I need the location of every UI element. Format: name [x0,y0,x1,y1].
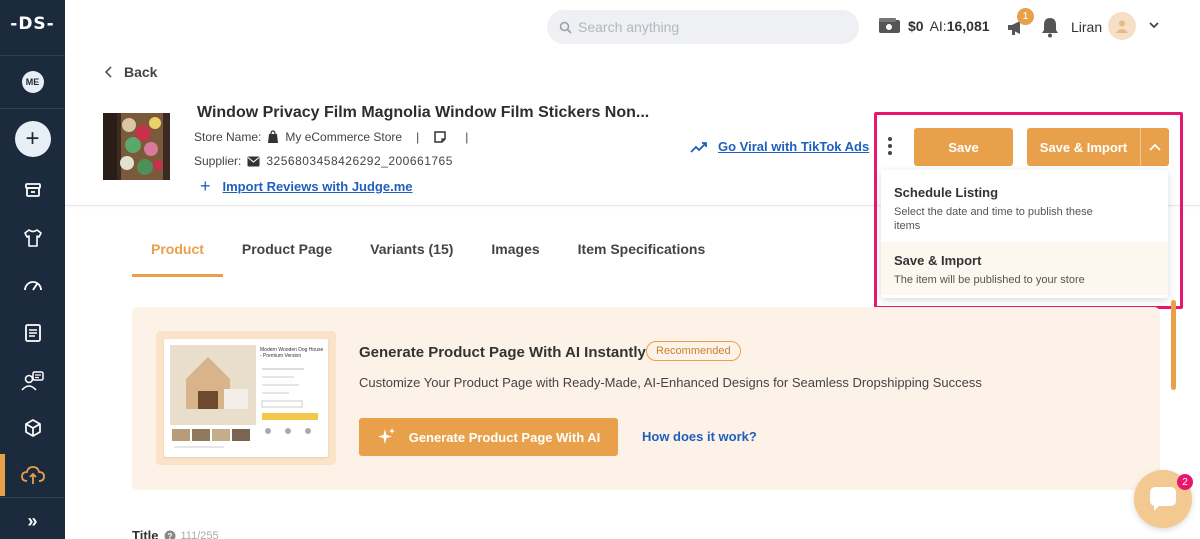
tab-product[interactable]: Product [132,231,223,277]
avatar[interactable] [1108,12,1136,40]
back-button[interactable]: Back [104,64,157,80]
trending-up-icon [690,141,707,153]
recommended-badge: Recommended [646,341,741,361]
store-name: My eCommerce Store [285,130,403,144]
supplier-label: Supplier: [194,154,242,168]
plus-icon: + [14,121,51,157]
sidebar-item-orders[interactable] [0,313,65,353]
sidebar-item-customers[interactable] [0,361,65,401]
user-name[interactable]: Liran [1071,19,1102,35]
wallet-balance[interactable]: $0 AI:16,081 [878,17,990,35]
chat-unread-badge: 2 [1177,474,1193,490]
plus-icon: + [200,176,211,196]
chevron-left-icon [104,66,112,78]
package-icon [24,419,41,437]
supplier-id[interactable]: 3256803458426292_200661765 [266,154,453,168]
svg-text:?: ? [167,532,172,539]
tab-images[interactable]: Images [491,231,539,273]
scrollbar-thumb[interactable] [1171,300,1176,390]
search-icon [559,21,572,34]
highlight-annotation [874,112,1183,309]
sidebar-item-import[interactable] [0,455,65,495]
product-title: Window Privacy Film Magnolia Window Film… [197,104,650,121]
sidebar-divider [0,497,65,498]
banner-subtitle: Customize Your Product Page with Ready-M… [359,375,982,390]
tiktok-ads-label: Go Viral with TikTok Ads [718,139,870,154]
wallet-icon [879,18,900,33]
dashboard-icon [23,281,42,291]
product-thumbnail[interactable] [103,113,170,180]
add-button[interactable]: + [0,119,65,159]
workspace-badge: ME [21,71,44,93]
generate-ai-page-button[interactable]: Generate Product Page With AI [359,418,618,456]
sidebar-item-dashboard[interactable] [0,265,65,305]
shopify-bag-icon [268,130,279,143]
user-icon [1116,20,1128,33]
double-chevron-right-icon: » [27,510,38,531]
ai-credits: AI:16,081 [930,18,990,34]
how-it-works-link[interactable]: How does it work? [642,429,757,444]
search-bar[interactable] [547,10,859,44]
store-info: Store Name: My eCommerce Store | | [194,130,468,144]
tiktok-ads-link[interactable]: Go Viral with TikTok Ads [690,139,869,154]
cloud-upload-icon [20,466,45,484]
tab-variants[interactable]: Variants (15) [370,231,453,273]
wallet-amount: $0 [908,18,924,34]
app-logo[interactable]: -DS- [0,14,65,34]
sidebar-divider [0,55,65,56]
product-page-mockup: Modern Wooden Dog House - Premium Versio… [164,339,328,457]
store-icon [24,183,41,197]
separator: | [465,130,469,144]
mockup-product-title: Modern Wooden Dog House - Premium Versio… [260,347,324,359]
orders-icon [24,324,41,342]
chat-icon [1150,487,1176,511]
shirt-icon [23,229,42,247]
ai-label: AI: [929,18,947,34]
sidebar-item-packages[interactable] [0,408,65,448]
title-char-count: 111/255 [180,529,219,539]
search-input[interactable] [578,19,848,35]
workspace-badge-button[interactable]: ME [0,62,65,102]
product-tabs: Product Product Page Variants (15) Image… [132,231,743,277]
sidebar-item-store[interactable] [0,170,65,210]
import-reviews-link[interactable]: + Import Reviews with Judge.me [200,176,413,197]
banner-preview-image: Modern Wooden Dog House - Premium Versio… [156,331,336,465]
store-label: Store Name: [194,130,262,144]
notification-badge: 1 [1017,8,1034,25]
ai-product-page-banner: Modern Wooden Dog House - Premium Versio… [132,307,1160,490]
tab-product-page[interactable]: Product Page [242,231,332,273]
bell-icon[interactable] [1040,16,1060,38]
supplier-info: Supplier: 3256803458426292_200661765 [194,154,453,168]
title-label: Title [132,528,159,539]
sidebar: -DS- ME + » [0,0,65,539]
sidebar-item-products[interactable] [0,218,65,258]
customers-icon [20,371,44,391]
generate-ai-page-label: Generate Product Page With AI [408,429,601,445]
sidebar-divider [0,108,65,109]
tab-item-specifications[interactable]: Item Specifications [578,231,706,273]
note-icon[interactable] [433,130,447,144]
separator: | [416,130,420,144]
chevron-down-icon[interactable] [1147,18,1161,32]
banner-title: Generate Product Page With AI Instantly [359,344,646,361]
title-field-label: Title ? 111/255 [132,528,219,539]
ai-credits-value: 16,081 [946,18,990,34]
back-label: Back [124,64,158,80]
sidebar-expand-button[interactable]: » [0,501,65,539]
sparkles-icon [377,428,395,444]
supplier-mail-icon [247,156,260,166]
import-reviews-label: Import Reviews with Judge.me [222,179,413,194]
help-icon[interactable]: ? [164,530,176,539]
